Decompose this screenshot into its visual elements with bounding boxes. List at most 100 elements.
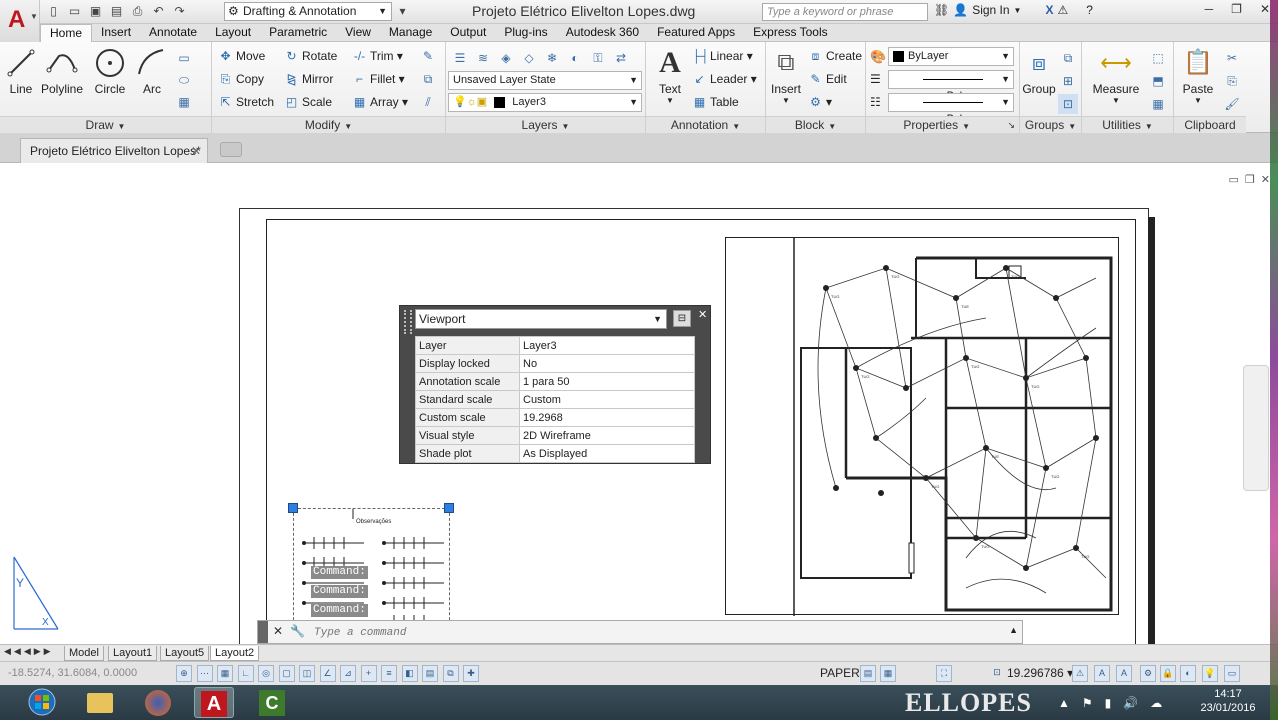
insert-button[interactable]: ⧉ Insert ▼ xyxy=(768,46,804,105)
show-hidden-icon[interactable]: ▲ xyxy=(1058,696,1070,710)
property-row[interactable]: Annotation scale 1 para 50 xyxy=(415,372,695,391)
quick-view-layouts-icon[interactable]: ▤ xyxy=(860,665,876,682)
command-input[interactable] xyxy=(314,624,994,641)
layout-tab-layout1[interactable]: Layout1 xyxy=(108,646,158,661)
tab-layout[interactable]: Layout xyxy=(206,24,260,41)
property-value[interactable]: Custom xyxy=(519,390,695,409)
binoculars-icon[interactable]: ⛓ xyxy=(934,3,949,17)
paste-button[interactable]: 📋 Paste ▼ xyxy=(1178,46,1218,105)
user-icon[interactable]: 👤 xyxy=(953,3,968,17)
tab-insert[interactable]: Insert xyxy=(92,24,140,41)
layer-properties-icon[interactable]: ☰ xyxy=(450,48,470,68)
restore-icon[interactable]: ❐ xyxy=(1245,173,1255,186)
ungroup-icon[interactable]: ⧉ xyxy=(1058,48,1078,68)
trim-button[interactable]: -/- Trim ▾ xyxy=(352,46,403,66)
open-icon[interactable]: ▭ xyxy=(65,3,84,20)
help-icon[interactable]: ? xyxy=(1086,3,1093,17)
move-button[interactable]: ✥ Move xyxy=(218,46,265,66)
redo-icon[interactable]: ↷ xyxy=(170,3,189,20)
floor-plan-viewport[interactable]: TUG TUG TUE TUG TUG TUG TUG TUG TUE TUG TUG TUG xyxy=(725,237,1119,616)
layout-nav-arrows[interactable]: ◀◀◀▶▶ xyxy=(4,646,54,657)
rotate-button[interactable]: ↻ Rotate xyxy=(284,46,337,66)
clipboard-panel-title[interactable]: Clipboard xyxy=(1174,116,1246,133)
linear-dimension-button[interactable]: ├┤Linear ▾ xyxy=(692,46,753,66)
network-icon[interactable]: ▮ xyxy=(1105,696,1112,710)
table-button[interactable]: ▦ Table xyxy=(692,92,739,112)
auto-scale-icon[interactable]: A xyxy=(1094,665,1110,682)
block-attributes-button[interactable]: ⚙ ▾ xyxy=(808,92,832,112)
erase-icon[interactable]: ✎ xyxy=(418,46,438,66)
workspace-selector[interactable]: ⚙ Drafting & Annotation ▼ xyxy=(224,2,392,21)
close-icon[interactable]: ✕ xyxy=(698,308,707,321)
space-toggle[interactable]: PAPER xyxy=(820,666,860,680)
hardware-accel-icon[interactable]: ◐ xyxy=(1180,665,1196,682)
rectangle-icon[interactable]: ▭ xyxy=(174,48,194,68)
layer-isolate-icon[interactable]: ◈ xyxy=(496,48,516,68)
arc-button[interactable]: Arc xyxy=(134,46,170,96)
close-icon[interactable]: ✕ xyxy=(1261,173,1270,186)
copy-clip-icon[interactable]: ⎘ xyxy=(1222,71,1242,91)
color-dropdown[interactable]: ByLayer ▼ xyxy=(888,47,1014,66)
mirror-button[interactable]: ⧎ Mirror xyxy=(284,69,333,89)
measure-button[interactable]: ⟷ Measure ▼ xyxy=(1088,46,1144,105)
search-input[interactable]: Type a keyword or phrase xyxy=(762,3,928,21)
workspace-switch-icon[interactable]: ⚙ xyxy=(1140,665,1156,682)
dyn-icon[interactable]: + xyxy=(360,665,377,682)
application-menu-button[interactable]: A ▼ xyxy=(0,0,40,42)
layout-tab-model[interactable]: Model xyxy=(64,646,104,661)
layers-panel-title[interactable]: Layers ▼ xyxy=(446,116,645,133)
lock-icon[interactable]: 🔒 xyxy=(1160,665,1176,682)
annotation-panel-title[interactable]: Annotation ▼ xyxy=(646,116,765,133)
calculator-icon[interactable]: ▦ xyxy=(1148,94,1168,114)
tab-plug-ins[interactable]: Plug-ins xyxy=(495,24,556,41)
tab-parametric[interactable]: Parametric xyxy=(260,24,336,41)
property-value[interactable]: 1 para 50 xyxy=(519,372,695,391)
stretch-button[interactable]: ⇱ Stretch xyxy=(218,92,274,112)
save-as-icon[interactable]: ▤ xyxy=(107,3,126,20)
viewport-scale[interactable]: 19.296786 ▾ xyxy=(1007,666,1073,680)
plot-icon[interactable]: ⎙ xyxy=(128,3,147,20)
layer-dropdown[interactable]: 💡☼▣ Layer3 ▼ xyxy=(448,93,642,112)
properties-panel-title[interactable]: Properties ▼ ↘ xyxy=(866,116,1019,133)
annotation-monitor-icon[interactable]: ✚ xyxy=(463,665,479,682)
tab-express-tools[interactable]: Express Tools xyxy=(744,24,836,41)
tab-output[interactable]: Output xyxy=(441,24,495,41)
layout-tab-layout5[interactable]: Layout5 xyxy=(160,646,210,661)
layer-match-icon[interactable]: ≋ xyxy=(473,48,493,68)
sign-in-link[interactable]: Sign In xyxy=(972,3,1009,17)
snap-icon[interactable]: ⋯ xyxy=(196,665,213,682)
new-tab-button[interactable] xyxy=(220,142,242,157)
tab-featured-apps[interactable]: Featured Apps xyxy=(648,24,744,41)
text-button[interactable]: A Text ▼ xyxy=(652,46,688,105)
layer-unisolate-icon[interactable]: ◇ xyxy=(519,48,539,68)
tab-home[interactable]: Home xyxy=(40,24,93,43)
polyline-button[interactable]: Polyline xyxy=(40,46,84,96)
ellipse-icon[interactable]: ⬭ xyxy=(174,70,194,90)
array-button[interactable]: ▦ Array ▾ xyxy=(352,92,408,112)
ortho-icon[interactable]: ∟ xyxy=(237,665,254,682)
block-panel-title[interactable]: Block ▼ xyxy=(766,116,865,133)
property-row[interactable]: Custom scale 19.2968 xyxy=(415,408,695,427)
clean-screen-icon[interactable]: ▭ xyxy=(1224,665,1240,682)
modify-panel-title[interactable]: Modify ▼ xyxy=(212,116,445,133)
hatch-icon[interactable]: ▦ xyxy=(174,92,194,112)
layer-off-icon[interactable]: ◐ xyxy=(565,48,585,68)
property-row[interactable]: Layer Layer3 xyxy=(415,336,695,355)
offset-icon[interactable]: ⫽ xyxy=(418,92,438,112)
circle-button[interactable]: Circle xyxy=(90,46,130,96)
property-row[interactable]: Shade plot As Displayed xyxy=(415,444,695,463)
property-row[interactable]: Display locked No xyxy=(415,354,695,373)
otrack-icon[interactable]: ∠ xyxy=(319,665,336,682)
quick-props-icon[interactable]: ▤ xyxy=(422,665,438,682)
minimize-icon[interactable]: ▭ xyxy=(1229,173,1239,186)
autocad-taskbar-icon[interactable]: A xyxy=(194,687,234,718)
explode-icon[interactable]: ⧉ xyxy=(418,69,438,89)
select-all-icon[interactable]: ⬒ xyxy=(1148,71,1168,91)
grip-handle[interactable] xyxy=(288,503,298,513)
alert-icon[interactable]: ⚠ xyxy=(1057,3,1068,17)
property-value[interactable]: Layer3 xyxy=(519,336,695,355)
group-select-icon[interactable]: ⊡ xyxy=(1058,94,1078,114)
close-icon[interactable]: ✕ xyxy=(1260,2,1270,16)
tab-annotate[interactable]: Annotate xyxy=(140,24,206,41)
utilities-panel-title[interactable]: Utilities ▼ xyxy=(1082,116,1173,133)
